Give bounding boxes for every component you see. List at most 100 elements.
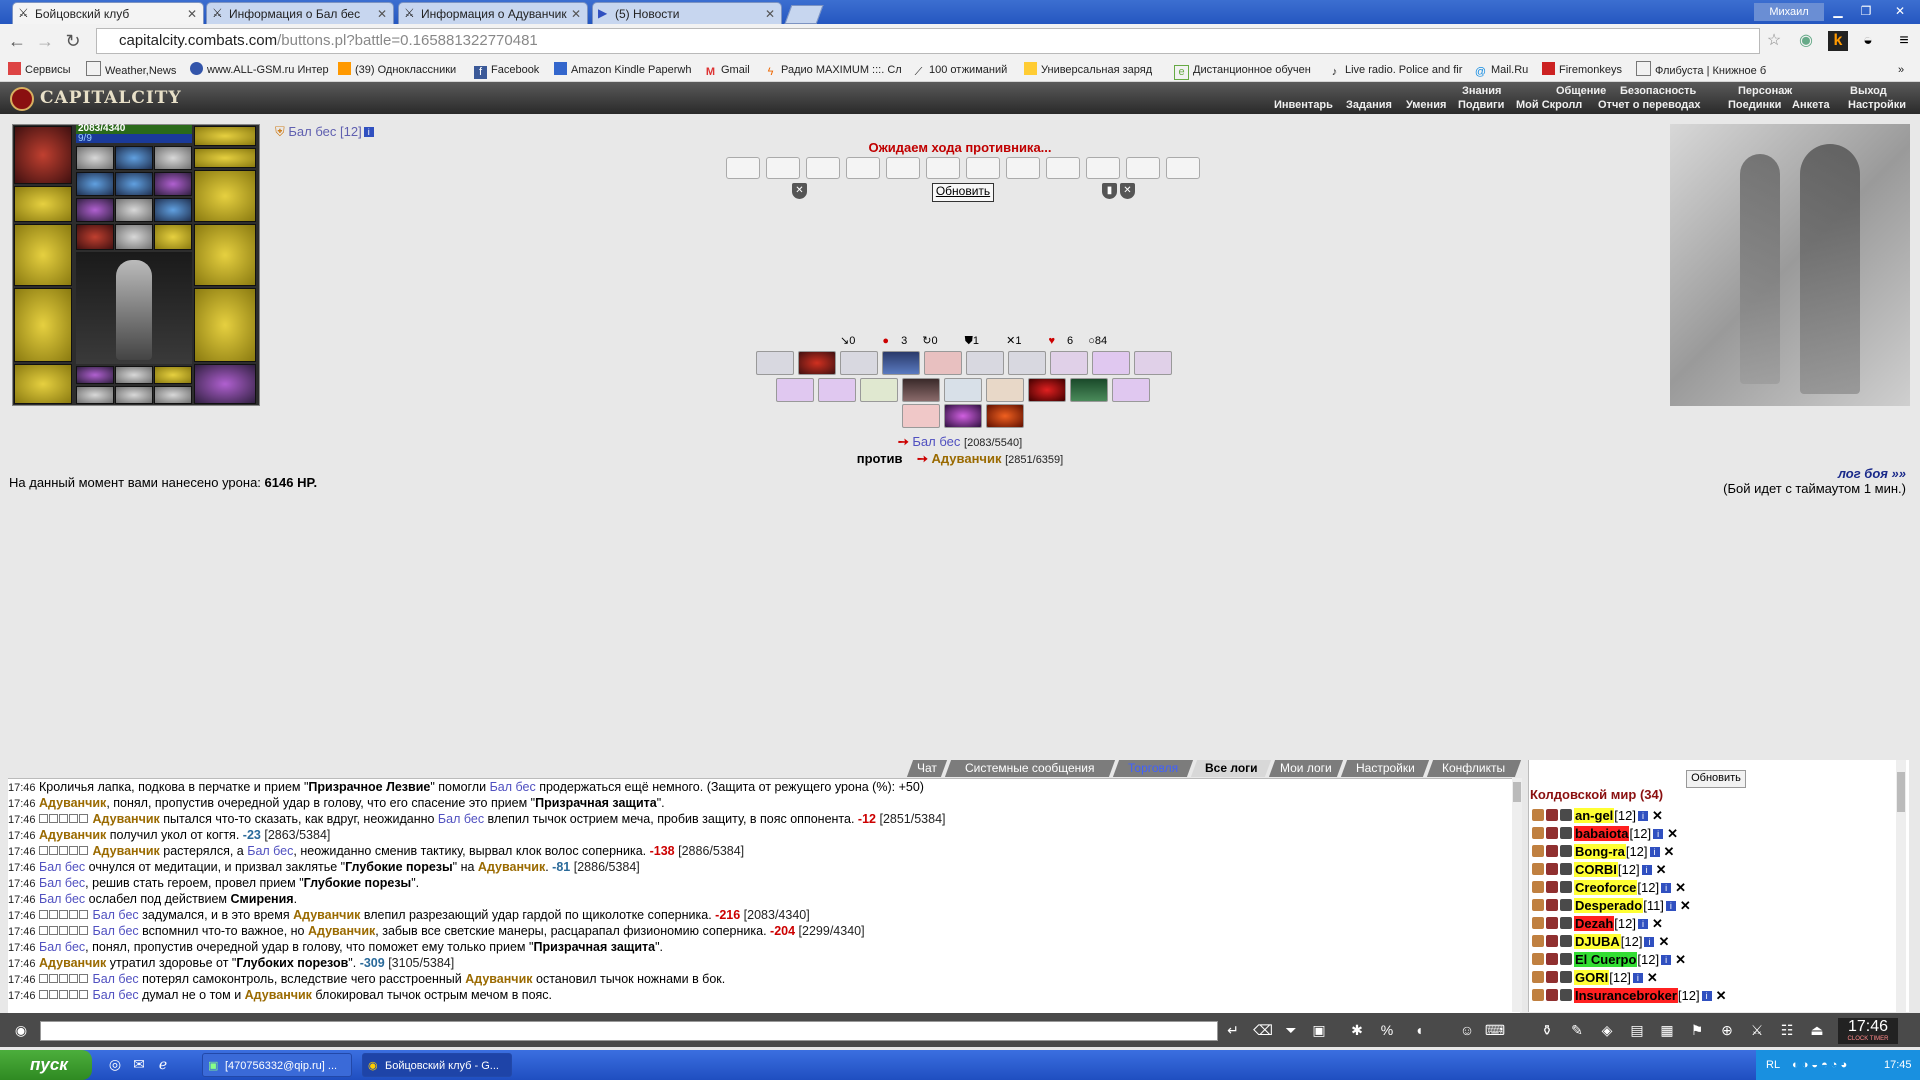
player-name[interactable]: El Cuerpo — [1574, 952, 1638, 967]
close-icon[interactable]: ✕ — [1680, 898, 1691, 913]
player-row[interactable]: Bong-ra[12] i ✕ — [1532, 844, 1674, 862]
skill-1[interactable] — [756, 351, 794, 375]
private-chat-icon[interactable] — [1532, 827, 1544, 839]
info-icon[interactable]: i — [1649, 847, 1660, 857]
skill-14[interactable] — [902, 378, 940, 402]
menu-communication[interactable]: Общение — [1556, 85, 1606, 97]
close-icon[interactable]: ✕ — [1656, 862, 1667, 877]
skill-12[interactable] — [818, 378, 856, 402]
friends-icon[interactable]: ☷ — [1776, 1020, 1798, 1040]
menu-skills[interactable]: Умения — [1406, 99, 1446, 111]
tab-info-bal-bes[interactable]: ⚔ Информация о Бал бес ✕ — [206, 2, 394, 24]
player-name[interactable]: Desperado — [1574, 898, 1644, 913]
close-icon[interactable]: ✕ — [1667, 826, 1678, 841]
close-icon[interactable]: ✕ — [1716, 988, 1727, 1003]
info-icon[interactable]: i — [1661, 955, 1672, 965]
player2-name[interactable]: Адуванчик — [932, 451, 1002, 466]
close-icon[interactable]: ✕ — [1675, 880, 1686, 895]
spell-slot-8[interactable] — [1006, 157, 1040, 179]
player-name[interactable]: babaiota — [1574, 826, 1630, 841]
skill-8[interactable] — [1050, 351, 1088, 375]
info-icon[interactable]: i — [1637, 919, 1648, 929]
spell-slot-6[interactable] — [926, 157, 960, 179]
private-chat-icon[interactable] — [1532, 881, 1544, 893]
bookmark-firemonkeys[interactable]: Firemonkeys — [1542, 61, 1622, 79]
spell-slot-11[interactable] — [1126, 157, 1160, 179]
back-icon[interactable]: ← — [6, 30, 28, 52]
slot-item-6[interactable] — [154, 172, 192, 196]
skill-13[interactable] — [860, 378, 898, 402]
tab-my-logs[interactable]: Мои логи — [1268, 760, 1344, 777]
tab-system-messages[interactable]: Системные сообщения — [944, 760, 1116, 777]
private-chat-icon[interactable] — [1532, 845, 1544, 857]
skill-15[interactable] — [944, 378, 982, 402]
smiley-icon[interactable]: ☺ — [1456, 1020, 1478, 1040]
player-row[interactable]: El Cuerpo[12] i ✕ — [1532, 952, 1686, 970]
player-row[interactable]: Insurancebroker[12] i ✕ — [1532, 988, 1726, 1006]
player1-name[interactable]: Бал бес — [912, 434, 960, 449]
skill-6[interactable] — [966, 351, 1004, 375]
menu-achievements[interactable]: Подвиги — [1458, 99, 1504, 111]
private-chat-icon[interactable] — [1532, 935, 1544, 947]
close-icon[interactable]: ✕ — [1675, 952, 1686, 967]
player-name[interactable]: Bong-ra — [1574, 844, 1626, 859]
tab-conflicts[interactable]: Конфликты — [1426, 760, 1522, 777]
close-icon[interactable]: ✕ — [571, 3, 581, 24]
menu-icon[interactable]: ≡ — [1894, 31, 1914, 51]
quest-icon[interactable]: ⚑ — [1686, 1020, 1708, 1040]
amulet-slot[interactable] — [14, 186, 72, 222]
profile-user[interactable]: Михаил — [1754, 3, 1824, 21]
spell-slot-12[interactable] — [1166, 157, 1200, 179]
character-avatar[interactable] — [76, 252, 192, 364]
refresh-button[interactable]: Обновить — [932, 183, 994, 202]
close-icon[interactable]: ✕ — [1658, 934, 1669, 949]
task-chrome[interactable]: ◉ Бойцовский клуб - G... — [362, 1053, 512, 1077]
speaker-icon[interactable]: ◖ — [1408, 1020, 1430, 1040]
player-row[interactable]: DJUBA[12] i ✕ — [1532, 934, 1669, 952]
bookmark-radio-maximum[interactable]: ϟ Радио MAXIMUM :::. Сл — [764, 61, 902, 79]
tab-trade[interactable]: Торговля — [1112, 760, 1194, 777]
player-name[interactable]: GORI — [1574, 970, 1610, 985]
belt-slot[interactable] — [14, 364, 72, 404]
player-row[interactable]: GORI[12] i ✕ — [1532, 970, 1658, 988]
slot-item-11[interactable] — [115, 224, 153, 250]
spell-slot-9[interactable] — [1046, 157, 1080, 179]
potion-icon[interactable]: ⚱ — [1536, 1020, 1558, 1040]
task-qip[interactable]: ▣ [470756332@qip.ru] ... — [202, 1053, 352, 1077]
bookmark-charger[interactable]: Универсальная заряд — [1024, 61, 1152, 79]
player-row[interactable]: babaiota[12] i ✕ — [1532, 826, 1678, 844]
bookmark-100-pushups[interactable]: ⟋ 100 отжиманий — [912, 61, 1008, 79]
info-icon[interactable]: i — [1701, 991, 1712, 1001]
info-icon[interactable]: i — [1641, 865, 1652, 875]
save-icon[interactable]: ▣ — [1308, 1020, 1330, 1040]
private-chat-icon[interactable] — [1532, 863, 1544, 875]
close-icon[interactable]: ✕ — [187, 3, 197, 24]
bookmark-star-icon[interactable]: ☆ — [1764, 31, 1784, 51]
skill-4[interactable] — [882, 351, 920, 375]
log-scrollbar[interactable] — [1512, 778, 1522, 1012]
info-icon[interactable]: i — [1644, 937, 1655, 947]
slot-item-10[interactable] — [76, 224, 114, 250]
skill-17[interactable] — [1028, 378, 1066, 402]
bookmark-allgsm[interactable]: www.ALL-GSM.ru Интер — [190, 61, 329, 79]
slot-item-12[interactable] — [154, 224, 192, 250]
skill-2[interactable] — [798, 351, 836, 375]
slot-item-14[interactable] — [115, 366, 153, 384]
bookmark-distance-learning[interactable]: e Дистанционное обучен — [1174, 61, 1311, 80]
menu-inventory[interactable]: Инвентарь — [1274, 99, 1333, 111]
menu-transfers-report[interactable]: Отчет о переводах — [1598, 99, 1701, 111]
chat-mode-icon[interactable]: ◉ — [10, 1020, 32, 1040]
fighter-name[interactable]: ⛨ Бал бес [12] i — [275, 124, 374, 140]
map-icon[interactable]: ▦ — [1656, 1020, 1678, 1040]
percent-icon[interactable]: % — [1376, 1020, 1398, 1040]
player-name[interactable]: CORBI — [1574, 862, 1618, 877]
start-button[interactable]: пуск — [0, 1050, 92, 1080]
messenger-quicklaunch-icon[interactable]: ✉ — [128, 1054, 150, 1074]
spell-slot-5[interactable] — [886, 157, 920, 179]
legs-slot[interactable] — [194, 288, 256, 362]
helmet-slot[interactable] — [14, 126, 72, 184]
slot-item-13[interactable] — [76, 366, 114, 384]
skill-18[interactable] — [1070, 378, 1108, 402]
tab-info-aduvanchik[interactable]: ⚔ Информация о Адуванчик ✕ — [398, 2, 588, 24]
private-chat-icon[interactable] — [1532, 989, 1544, 1001]
